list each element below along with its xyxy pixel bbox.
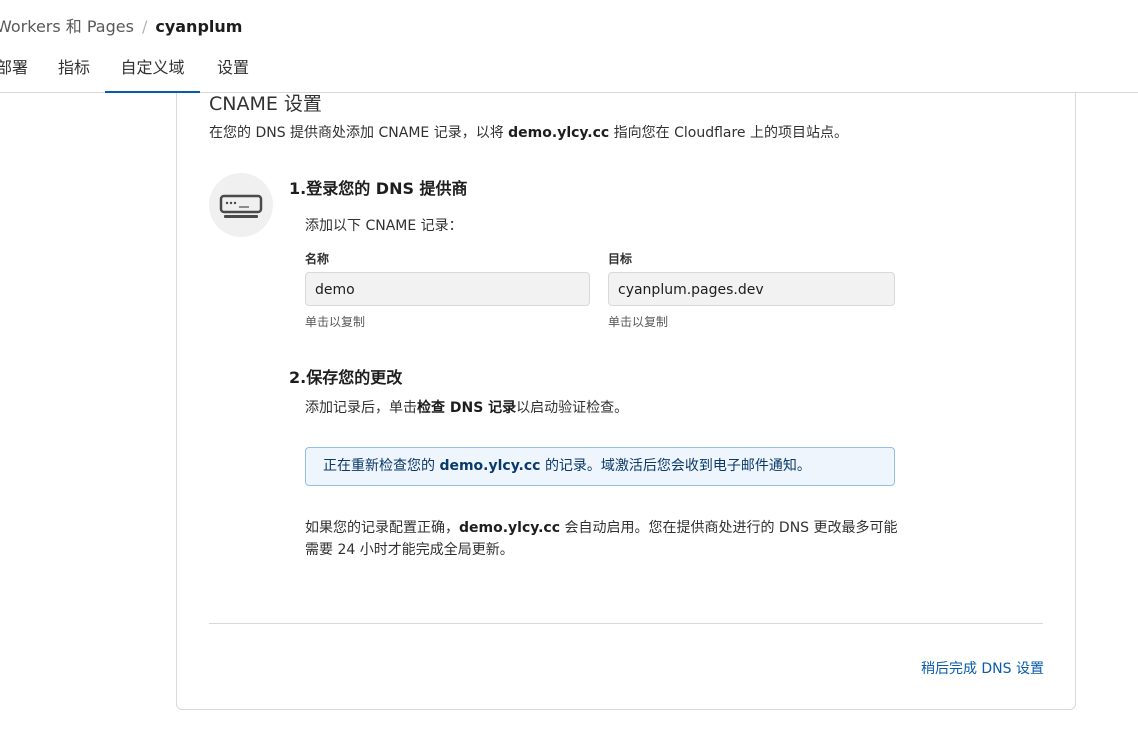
note-domain: demo.ylcy.cc [459, 520, 561, 536]
dns-server-icon [219, 194, 263, 218]
cname-desc-suffix: 指向您在 Cloudflare 上的项目站点。 [613, 125, 848, 141]
breadcrumb-parent-link[interactable]: Workers 和 Pages [0, 17, 134, 36]
breadcrumb-separator: / [141, 17, 148, 36]
cname-setup-card: CNAME 设置 在您的 DNS 提供商处添加 CNAME 记录，以将 demo… [176, 93, 1076, 710]
cname-title: CNAME 设置 [209, 93, 322, 115]
name-copy-hint[interactable]: 单击以复制 [305, 313, 365, 330]
dns-icon-circle [209, 173, 273, 237]
info-domain: demo.ylcy.cc [439, 458, 541, 474]
tab-deployments[interactable]: 部署 [0, 48, 28, 92]
step2-description: 添加记录后，单击检查 DNS 记录以启动验证检查。 [305, 397, 628, 417]
target-label: 目标 [608, 252, 633, 266]
name-copy-field[interactable]: demo [305, 272, 590, 306]
step2-desc-prefix: 添加记录后，单击 [305, 400, 417, 416]
step2-desc-bold: 检查 DNS 记录 [417, 400, 517, 416]
name-label: 名称 [305, 252, 330, 266]
step1-title: 1.登录您的 DNS 提供商 [289, 179, 468, 198]
target-copy-field[interactable]: cyanplum.pages.dev [608, 272, 895, 306]
note-prefix: 如果您的记录配置正确， [305, 520, 459, 536]
tab-settings[interactable]: 设置 [217, 48, 249, 92]
tab-metrics[interactable]: 指标 [58, 48, 90, 92]
step2-title: 2.保存您的更改 [289, 368, 403, 387]
step2-desc-suffix: 以启动验证检查。 [516, 400, 629, 416]
recheck-info-banner: 正在重新检查您的 demo.ylcy.cc 的记录。域激活后您会收到电子邮件通知… [305, 447, 895, 486]
divider [209, 623, 1043, 624]
propagation-note: 如果您的记录配置正确，demo.ylcy.cc 会自动启用。您在提供商处进行的 … [305, 517, 900, 561]
cname-desc-domain: demo.ylcy.cc [508, 125, 610, 141]
page: Workers 和 Pages / cyanplum 部署 指标 自定义域 设置 C… [0, 0, 1138, 735]
info-prefix: 正在重新检查您的 [323, 458, 435, 474]
cname-description: 在您的 DNS 提供商处添加 CNAME 记录，以将 demo.ylcy.cc … [209, 122, 848, 142]
finish-dns-later-link[interactable]: 稍后完成 DNS 设置 [921, 658, 1044, 678]
info-suffix: 的记录。域激活后您会收到电子邮件通知。 [544, 458, 811, 474]
target-copy-hint[interactable]: 单击以复制 [608, 313, 668, 330]
tab-custom-domains[interactable]: 自定义域 [105, 48, 200, 93]
tab-bar: 部署 指标 自定义域 设置 [0, 48, 1138, 93]
cname-desc-prefix: 在您的 DNS 提供商处添加 CNAME 记录，以将 [209, 125, 504, 141]
breadcrumb-current: cyanplum [155, 17, 243, 36]
breadcrumb: Workers 和 Pages / cyanplum [0, 13, 242, 37]
step1-subtitle: 添加以下 CNAME 记录： [305, 218, 463, 234]
